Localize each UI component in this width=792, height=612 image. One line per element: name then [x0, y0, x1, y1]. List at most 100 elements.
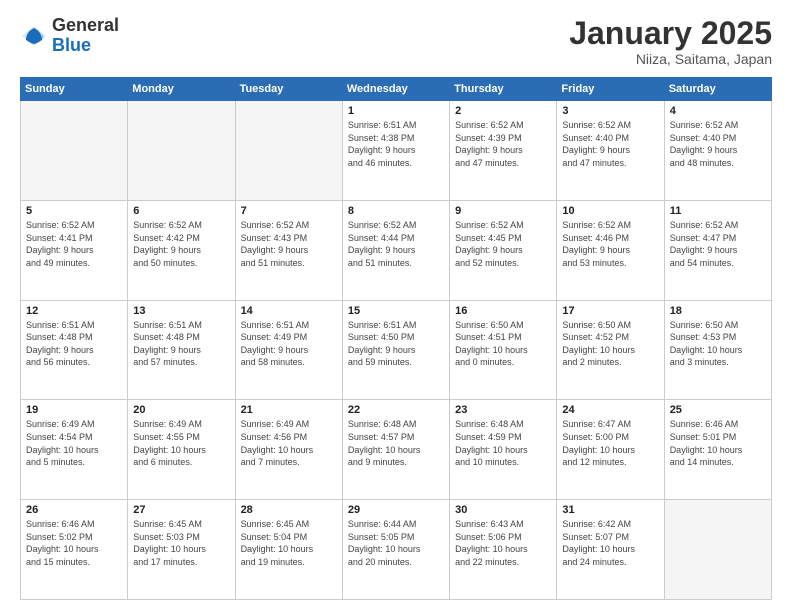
day-info: Sunrise: 6:49 AM Sunset: 4:55 PM Dayligh… — [133, 418, 229, 468]
day-info: Sunrise: 6:48 AM Sunset: 4:57 PM Dayligh… — [348, 418, 444, 468]
day-cell-16: 16 Sunrise: 6:50 AM Sunset: 4:51 PM Dayli… — [450, 300, 557, 400]
logo-blue-text: Blue — [52, 36, 119, 56]
day-cell-28: 28 Sunrise: 6:45 AM Sunset: 5:04 PM Dayli… — [235, 500, 342, 600]
day-number: 15 — [348, 305, 444, 317]
day-number: 6 — [133, 205, 229, 217]
day-info: Sunrise: 6:43 AM Sunset: 5:06 PM Dayligh… — [455, 518, 551, 568]
day-number: 4 — [670, 105, 766, 117]
day-cell-5: 5Sunrise: 6:52 AM Sunset: 4:41 PM Daylig… — [21, 200, 128, 300]
day-info: Sunrise: 6:52 AM Sunset: 4:40 PM Dayligh… — [562, 119, 658, 169]
day-info: Sunrise: 6:52 AM Sunset: 4:44 PM Dayligh… — [348, 219, 444, 269]
week-row-2: 5Sunrise: 6:52 AM Sunset: 4:41 PM Daylig… — [21, 200, 772, 300]
day-number: 20 — [133, 404, 229, 416]
day-info: Sunrise: 6:52 AM Sunset: 4:42 PM Dayligh… — [133, 219, 229, 269]
day-number: 17 — [562, 305, 658, 317]
day-cell-30: 30Sunrise: 6:43 AM Sunset: 5:06 PM Dayli… — [450, 500, 557, 600]
page: General Blue January 2025 Niiza, Saitama… — [0, 0, 792, 612]
day-number: 8 — [348, 205, 444, 217]
day-number: 21 — [241, 404, 337, 416]
day-cell-29: 29Sunrise: 6:44 AM Sunset: 5:05 PM Dayli… — [342, 500, 449, 600]
day-info: Sunrise: 6:52 AM Sunset: 4:41 PM Dayligh… — [26, 219, 122, 269]
day-cell-26: 26Sunrise: 6:46 AM Sunset: 5:02 PM Dayli… — [21, 500, 128, 600]
logo-text: General Blue — [52, 16, 119, 56]
day-cell-6: 6 Sunrise: 6:52 AM Sunset: 4:42 PM Daylig… — [128, 200, 235, 300]
weekday-header-thursday: Thursday — [450, 78, 557, 101]
day-info: Sunrise: 6:50 AM Sunset: 4:53 PM Dayligh… — [670, 319, 766, 369]
day-info: Sunrise: 6:45 AM Sunset: 5:03 PM Dayligh… — [133, 518, 229, 568]
day-cell-18: 18Sunrise: 6:50 AM Sunset: 4:53 PM Dayli… — [664, 300, 771, 400]
empty-cell — [664, 500, 771, 600]
day-cell-21: 21 Sunrise: 6:49 AM Sunset: 4:56 PM Dayli… — [235, 400, 342, 500]
header: General Blue January 2025 Niiza, Saitama… — [20, 16, 772, 67]
day-cell-11: 11 Sunrise: 6:52 AM Sunset: 4:47 PM Dayli… — [664, 200, 771, 300]
weekday-header-monday: Monday — [128, 78, 235, 101]
day-info: Sunrise: 6:50 AM Sunset: 4:52 PM Dayligh… — [562, 319, 658, 369]
day-number: 11 — [670, 205, 766, 217]
day-cell-12: 12Sunrise: 6:51 AM Sunset: 4:48 PM Dayli… — [21, 300, 128, 400]
day-info: Sunrise: 6:52 AM Sunset: 4:40 PM Dayligh… — [670, 119, 766, 169]
day-number: 16 — [455, 305, 551, 317]
day-number: 27 — [133, 504, 229, 516]
day-number: 14 — [241, 305, 337, 317]
day-info: Sunrise: 6:45 AM Sunset: 5:04 PM Dayligh… — [241, 518, 337, 568]
day-number: 28 — [241, 504, 337, 516]
day-info: Sunrise: 6:52 AM Sunset: 4:47 PM Dayligh… — [670, 219, 766, 269]
weekday-header-tuesday: Tuesday — [235, 78, 342, 101]
week-row-3: 12Sunrise: 6:51 AM Sunset: 4:48 PM Dayli… — [21, 300, 772, 400]
day-info: Sunrise: 6:51 AM Sunset: 4:50 PM Dayligh… — [348, 319, 444, 369]
day-cell-20: 20 Sunrise: 6:49 AM Sunset: 4:55 PM Dayli… — [128, 400, 235, 500]
day-info: Sunrise: 6:51 AM Sunset: 4:49 PM Dayligh… — [241, 319, 337, 369]
day-number: 19 — [26, 404, 122, 416]
day-number: 25 — [670, 404, 766, 416]
day-cell-23: 23 Sunrise: 6:48 AM Sunset: 4:59 PM Dayli… — [450, 400, 557, 500]
day-number: 3 — [562, 105, 658, 117]
day-info: Sunrise: 6:46 AM Sunset: 5:01 PM Dayligh… — [670, 418, 766, 468]
day-info: Sunrise: 6:52 AM Sunset: 4:45 PM Dayligh… — [455, 219, 551, 269]
day-number: 9 — [455, 205, 551, 217]
day-info: Sunrise: 6:48 AM Sunset: 4:59 PM Dayligh… — [455, 418, 551, 468]
weekday-header-wednesday: Wednesday — [342, 78, 449, 101]
day-info: Sunrise: 6:42 AM Sunset: 5:07 PM Dayligh… — [562, 518, 658, 568]
day-number: 1 — [348, 105, 444, 117]
day-cell-27: 27 Sunrise: 6:45 AM Sunset: 5:03 PM Dayli… — [128, 500, 235, 600]
day-cell-15: 15 Sunrise: 6:51 AM Sunset: 4:50 PM Dayli… — [342, 300, 449, 400]
day-info: Sunrise: 6:47 AM Sunset: 5:00 PM Dayligh… — [562, 418, 658, 468]
day-cell-22: 22Sunrise: 6:48 AM Sunset: 4:57 PM Dayli… — [342, 400, 449, 500]
day-cell-7: 7Sunrise: 6:52 AM Sunset: 4:43 PM Daylig… — [235, 200, 342, 300]
logo: General Blue — [20, 16, 119, 56]
month-title: January 2025 — [569, 16, 772, 51]
empty-cell — [235, 101, 342, 201]
day-number: 31 — [562, 504, 658, 516]
day-cell-10: 10Sunrise: 6:52 AM Sunset: 4:46 PM Dayli… — [557, 200, 664, 300]
day-number: 23 — [455, 404, 551, 416]
day-number: 26 — [26, 504, 122, 516]
day-info: Sunrise: 6:52 AM Sunset: 4:46 PM Dayligh… — [562, 219, 658, 269]
day-cell-4: 4 Sunrise: 6:52 AM Sunset: 4:40 PM Daylig… — [664, 101, 771, 201]
weekday-header-sunday: Sunday — [21, 78, 128, 101]
day-info: Sunrise: 6:51 AM Sunset: 4:38 PM Dayligh… — [348, 119, 444, 169]
day-cell-14: 14 Sunrise: 6:51 AM Sunset: 4:49 PM Dayli… — [235, 300, 342, 400]
day-number: 13 — [133, 305, 229, 317]
day-cell-3: 3 Sunrise: 6:52 AM Sunset: 4:40 PM Daylig… — [557, 101, 664, 201]
day-info: Sunrise: 6:52 AM Sunset: 4:43 PM Dayligh… — [241, 219, 337, 269]
calendar-table: SundayMondayTuesdayWednesdayThursdayFrid… — [20, 77, 772, 600]
location: Niiza, Saitama, Japan — [569, 51, 772, 67]
day-cell-25: 25 Sunrise: 6:46 AM Sunset: 5:01 PM Dayli… — [664, 400, 771, 500]
day-cell-2: 2Sunrise: 6:52 AM Sunset: 4:39 PM Daylig… — [450, 101, 557, 201]
day-info: Sunrise: 6:50 AM Sunset: 4:51 PM Dayligh… — [455, 319, 551, 369]
weekday-header-row: SundayMondayTuesdayWednesdayThursdayFrid… — [21, 78, 772, 101]
empty-cell — [21, 101, 128, 201]
weekday-header-saturday: Saturday — [664, 78, 771, 101]
week-row-4: 19Sunrise: 6:49 AM Sunset: 4:54 PM Dayli… — [21, 400, 772, 500]
day-cell-19: 19Sunrise: 6:49 AM Sunset: 4:54 PM Dayli… — [21, 400, 128, 500]
logo-icon — [20, 22, 48, 50]
day-info: Sunrise: 6:51 AM Sunset: 4:48 PM Dayligh… — [133, 319, 229, 369]
weekday-header-friday: Friday — [557, 78, 664, 101]
week-row-5: 26Sunrise: 6:46 AM Sunset: 5:02 PM Dayli… — [21, 500, 772, 600]
week-row-1: 1 Sunrise: 6:51 AM Sunset: 4:38 PM Daylig… — [21, 101, 772, 201]
empty-cell — [128, 101, 235, 201]
day-info: Sunrise: 6:44 AM Sunset: 5:05 PM Dayligh… — [348, 518, 444, 568]
day-info: Sunrise: 6:49 AM Sunset: 4:56 PM Dayligh… — [241, 418, 337, 468]
title-block: January 2025 Niiza, Saitama, Japan — [569, 16, 772, 67]
day-cell-24: 24Sunrise: 6:47 AM Sunset: 5:00 PM Dayli… — [557, 400, 664, 500]
